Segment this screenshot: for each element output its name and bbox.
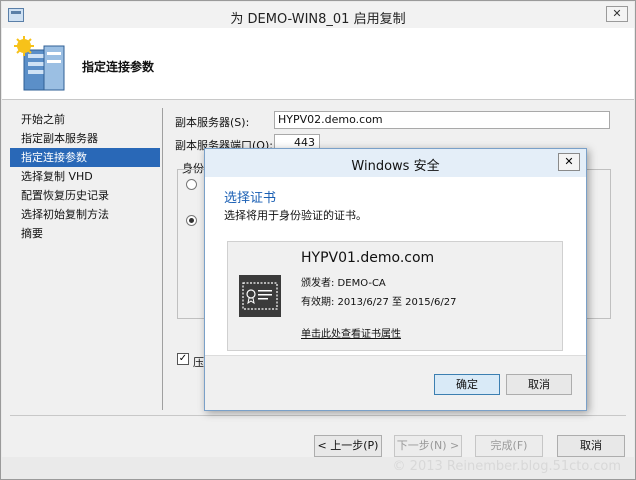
auth-certificate-radio[interactable] (186, 215, 197, 226)
prev-button[interactable]: < 上一步(P) (314, 435, 382, 457)
dialog-close-button[interactable]: ✕ (558, 153, 580, 171)
nav-item-before-you-begin[interactable]: 开始之前 (10, 110, 160, 129)
nav-item-connection-params[interactable]: 指定连接参数 (10, 148, 160, 167)
compress-checkbox[interactable]: ✓ (177, 353, 189, 365)
nav-divider (162, 108, 163, 410)
dialog-subtitle: 选择将用于身份验证的证书。 (224, 209, 367, 222)
dialog-ok-button[interactable]: 确定 (434, 374, 500, 395)
wizard-header: 指定连接参数 (2, 28, 634, 99)
dialog-footer: 确定 取消 (205, 355, 586, 410)
dialog-titlebar[interactable]: Windows 安全 ✕ (205, 149, 586, 177)
nav-item-initial-replication[interactable]: 选择初始复制方法 (10, 205, 160, 224)
certificate-card[interactable]: HYPV01.demo.com 颁发者: DEMO-CA 有效期: 2013/6… (227, 241, 563, 351)
window-titlebar[interactable]: 为 DEMO-WIN8_01 启用复制 ✕ (2, 2, 634, 28)
window-title: 为 DEMO-WIN8_01 启用复制 (230, 12, 406, 27)
certificate-name: HYPV01.demo.com (301, 250, 435, 266)
nav-item-replica-server[interactable]: 指定副本服务器 (10, 129, 160, 148)
watermark-text: © 2013 Reinember.blog.51cto.com (392, 459, 621, 474)
next-button[interactable]: 下一步(N) > (394, 435, 462, 457)
page-title: 指定连接参数 (82, 60, 155, 74)
cancel-button[interactable]: 取消 (557, 435, 625, 457)
dialog-cancel-button[interactable]: 取消 (506, 374, 572, 395)
compress-label: 压 (193, 356, 204, 369)
replica-server-label: 副本服务器(S): (175, 116, 250, 129)
finish-button[interactable]: 完成(F) (475, 435, 543, 457)
footer-divider (10, 415, 626, 416)
nav-item-replication-vhd[interactable]: 选择复制 VHD (10, 167, 160, 186)
wizard-step-nav: 开始之前 指定副本服务器 指定连接参数 选择复制 VHD 配置恢复历史记录 选择… (10, 110, 160, 243)
dialog-content: 选择证书 选择将用于身份验证的证书。 HYPV01.demo.com 颁发者: … (205, 177, 586, 355)
replica-server-input[interactable]: HYPV02.demo.com (274, 111, 610, 129)
certificate-icon (239, 275, 281, 317)
nav-item-recovery-history[interactable]: 配置恢复历史记录 (10, 186, 160, 205)
certificate-validity: 有效期: 2013/6/27 至 2015/6/27 (301, 297, 457, 308)
nav-item-summary[interactable]: 摘要 (10, 224, 160, 243)
dialog-title: Windows 安全 (351, 159, 440, 174)
dialog-heading: 选择证书 (224, 191, 277, 206)
certificate-issuer: 颁发者: DEMO-CA (301, 278, 386, 289)
window-close-button[interactable]: ✕ (606, 6, 628, 22)
server-wizard-icon (14, 36, 65, 91)
auth-kerberos-radio[interactable] (186, 179, 197, 190)
windows-security-dialog: Windows 安全 ✕ 选择证书 选择将用于身份验证的证书。 HYPV01.d… (204, 148, 587, 411)
certificate-properties-link[interactable]: 单击此处查看证书属性 (301, 325, 401, 340)
